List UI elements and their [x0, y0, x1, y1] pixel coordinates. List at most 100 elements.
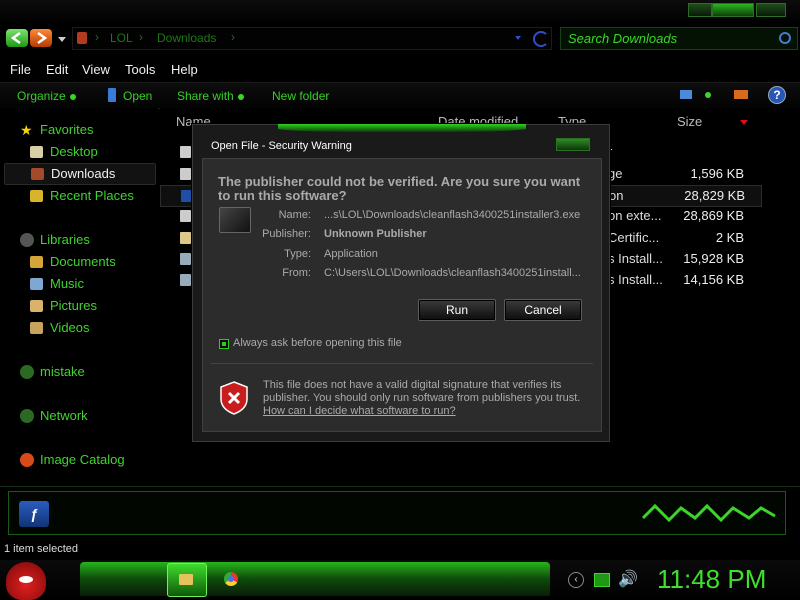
open-button[interactable]: Open — [123, 89, 152, 103]
notification-chevron-icon[interactable]: ‹ — [568, 572, 584, 588]
nav-downloads-label: Downloads — [51, 166, 116, 181]
file-type: s Install... — [608, 251, 663, 266]
dialog-title: Open File - Security Warning — [211, 140, 352, 152]
help-icon[interactable]: ? — [768, 86, 786, 104]
nav-recent-places[interactable]: Recent Places — [0, 186, 158, 206]
shield-error-icon — [219, 381, 249, 415]
nav-documents-label: Documents — [50, 254, 116, 269]
menu-tools[interactable]: Tools — [125, 62, 155, 77]
file-type: on exte... — [608, 208, 662, 223]
refresh-icon[interactable] — [533, 31, 549, 47]
view-dropdown-dot-icon[interactable] — [705, 92, 711, 98]
flash-installer-icon — [181, 190, 192, 202]
nav-documents[interactable]: Documents — [0, 252, 158, 272]
dialog-close-button[interactable] — [556, 138, 590, 151]
file-size: 28,869 KB — [683, 208, 744, 223]
action-center-icon[interactable] — [594, 573, 610, 587]
file-type: Certific... — [608, 230, 660, 245]
dialog-body: The publisher could not be verified. Are… — [202, 158, 602, 432]
taskbar-glow — [80, 562, 550, 596]
angry-bird-icon[interactable] — [6, 562, 46, 600]
field-key-name: Name: — [278, 209, 311, 221]
organize-button[interactable]: Organize — [17, 89, 76, 103]
nav-downloads[interactable]: Downloads — [4, 163, 156, 185]
chrome-icon[interactable] — [224, 572, 238, 586]
nav-desktop[interactable]: Desktop — [0, 142, 158, 162]
nav-music[interactable]: Music — [0, 274, 158, 294]
explorer-taskbar-button[interactable] — [167, 563, 207, 597]
maximize-button[interactable] — [712, 3, 754, 17]
field-key-from: From: — [282, 267, 311, 279]
nav-libraries[interactable]: Libraries — [0, 230, 158, 250]
address-dropdown-icon[interactable] — [515, 36, 521, 40]
homegroup-icon — [20, 365, 34, 379]
nav-favorites-label: Favorites — [40, 122, 94, 137]
address-separator-icon: › — [139, 30, 143, 44]
downloads-folder-icon — [31, 168, 44, 180]
file-type: s Install... — [608, 272, 663, 287]
breadcrumb-downloads[interactable]: Downloads — [157, 31, 216, 45]
flash-icon: ƒ — [19, 501, 49, 527]
nav-image-catalog[interactable]: Image Catalog — [0, 450, 158, 470]
recent-pages-dropdown[interactable] — [58, 37, 66, 42]
file-icon — [180, 146, 191, 158]
nav-libraries-label: Libraries — [40, 232, 90, 247]
installer-icon — [180, 274, 191, 286]
chrome-center-icon — [228, 576, 234, 582]
cancel-button[interactable]: Cancel — [504, 299, 582, 321]
music-icon — [30, 278, 43, 290]
details-panel: ƒ — [8, 491, 786, 535]
run-button[interactable]: Run — [418, 299, 496, 321]
search-input[interactable]: Search Downloads — [560, 27, 798, 50]
menu-file[interactable]: File — [10, 62, 31, 77]
nav-pictures-label: Pictures — [50, 298, 97, 313]
file-icon — [180, 168, 191, 180]
menu-view[interactable]: View — [82, 62, 110, 77]
new-folder-button[interactable]: New folder — [272, 89, 329, 103]
address-separator-icon: › — [95, 30, 99, 44]
security-warning-dialog: Open File - Security Warning The publish… — [192, 124, 610, 442]
field-value-publisher: Unknown Publisher — [324, 228, 427, 240]
address-separator-icon: › — [231, 30, 235, 44]
preview-pane-icon[interactable] — [734, 90, 748, 99]
search-icon[interactable] — [779, 32, 791, 44]
nav-videos[interactable]: Videos — [0, 318, 158, 338]
view-options-icon[interactable] — [680, 90, 692, 99]
sort-arrow-icon[interactable] — [740, 120, 748, 125]
minimize-button[interactable] — [688, 3, 712, 17]
always-ask-checkbox[interactable] — [219, 339, 229, 349]
breadcrumb-lol[interactable]: LOL — [110, 31, 133, 45]
window-title-bar — [0, 0, 800, 24]
taskbar-clock[interactable]: 11:48 PM — [657, 564, 766, 595]
network-icon — [20, 409, 34, 423]
help-link[interactable]: How can I decide what software to run? — [263, 405, 456, 417]
nav-image-catalog-label: Image Catalog — [40, 452, 125, 467]
file-type: ge — [608, 166, 623, 181]
dropdown-dot-icon — [69, 93, 76, 100]
organize-label: Organize — [17, 89, 66, 103]
nav-favorites[interactable]: ★ Favorites — [0, 120, 158, 140]
razer-logo-icon — [641, 502, 777, 524]
menu-edit[interactable]: Edit — [46, 62, 68, 77]
forward-arrow-icon[interactable] — [30, 29, 52, 47]
nav-mistake[interactable]: mistake — [0, 362, 158, 382]
address-bar[interactable]: › LOL › Downloads › — [72, 27, 552, 50]
recent-places-icon — [30, 190, 43, 202]
nav-music-label: Music — [50, 276, 84, 291]
menu-help[interactable]: Help — [171, 62, 198, 77]
column-header-size[interactable]: Size — [677, 114, 702, 129]
menu-bar: File Edit View Tools Help — [0, 58, 800, 80]
file-size: 1,596 KB — [690, 166, 745, 181]
nav-pictures[interactable]: Pictures — [0, 296, 158, 316]
pictures-icon — [30, 300, 43, 312]
videos-icon — [30, 322, 43, 334]
open-file-icon — [108, 88, 116, 102]
back-arrow-icon[interactable] — [6, 29, 28, 47]
always-ask-label: Always ask before opening this file — [233, 337, 402, 349]
nav-network[interactable]: Network — [0, 406, 158, 426]
close-window-button[interactable] — [756, 3, 786, 17]
share-with-button[interactable]: Share with — [177, 89, 244, 103]
file-icon — [180, 210, 191, 222]
installer-icon — [180, 253, 191, 265]
volume-icon[interactable]: 🔊 — [618, 569, 638, 589]
